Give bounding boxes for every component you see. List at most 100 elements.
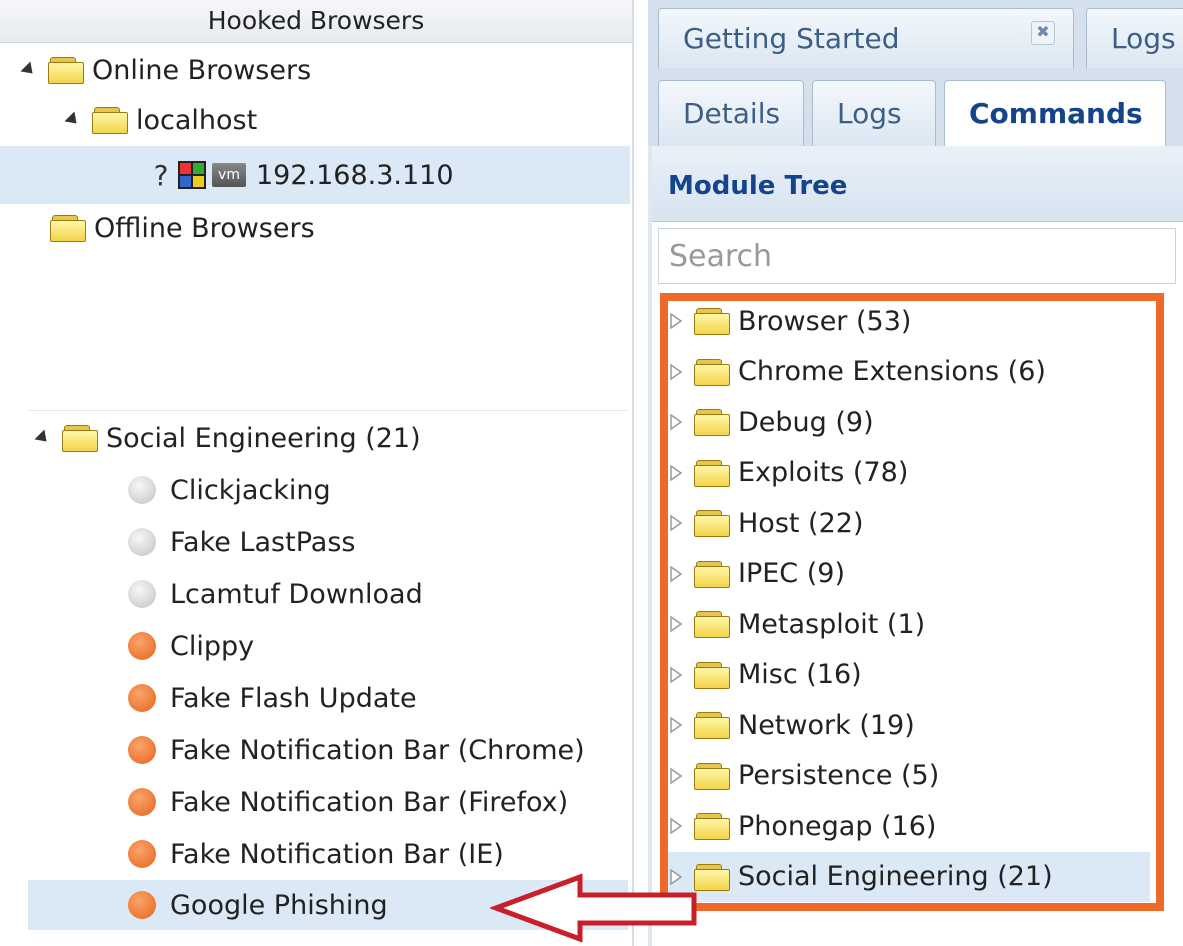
module-item[interactable]: Clippy [128, 622, 254, 670]
close-tab-icon[interactable]: ✖ [1031, 21, 1055, 45]
module-label: Clickjacking [170, 474, 331, 506]
top-tab-strip: Getting Started ✖ Logs [648, 0, 1183, 73]
tree-node-online-browsers[interactable]: Online Browsers [20, 46, 312, 94]
module-category-item[interactable]: Phonegap (16) [660, 801, 1150, 851]
expand-triangle-icon[interactable] [670, 666, 682, 683]
module-category-item[interactable]: Exploits (78) [660, 448, 1150, 498]
module-category-label: Misc (16) [738, 659, 862, 690]
folder-icon [694, 459, 730, 487]
module-label: Fake Flash Update [170, 682, 417, 714]
module-category-label: Phonegap (16) [738, 810, 937, 842]
folder-icon [694, 762, 730, 790]
expand-triangle-icon[interactable] [670, 414, 682, 430]
module-label: Fake LastPass [170, 526, 356, 558]
module-category-label: Exploits (78) [738, 457, 909, 488]
module-category-label: Host (22) [738, 507, 864, 539]
module-category-item[interactable]: Host (22) [660, 498, 1150, 548]
expand-triangle-icon[interactable] [670, 717, 682, 733]
commands-content: Module Tree Browser (53) Chrome Extension… [652, 146, 1183, 946]
expand-arrow-icon[interactable] [20, 61, 38, 79]
tab-label: Logs [837, 97, 902, 130]
module-category-label: IPEC (9) [738, 558, 845, 589]
module-category-item[interactable]: Network (19) [660, 700, 1150, 750]
module-category-label: Social Engineering (21) [738, 861, 1053, 892]
module-tree: Browser (53) Chrome Extensions (6) Debug (… [656, 292, 1183, 946]
category-social-engineering[interactable]: Social Engineering (21) [34, 414, 421, 462]
module-item[interactable]: Fake Notification Bar (Firefox) [128, 778, 568, 826]
tree-node-label: Online Browsers [92, 54, 312, 86]
expand-triangle-icon[interactable] [670, 464, 682, 481]
module-item[interactable]: Clickjacking [128, 466, 331, 514]
module-category-label: Browser (53) [738, 305, 912, 337]
module-item-selected[interactable]: Google Phishing [28, 880, 628, 930]
folder-icon [694, 358, 730, 386]
module-item[interactable]: Lcamtuf Download [128, 570, 423, 618]
browser-ip-label: 192.168.3.110 [256, 159, 454, 191]
module-category-item[interactable]: Metasploit (1) [660, 599, 1150, 649]
search-input[interactable] [658, 228, 1176, 284]
status-orange-icon [128, 840, 156, 868]
hooked-browsers-panel: Hooked Browsers Online Browsers localhos… [0, 0, 634, 946]
module-category-label: Persistence (5) [738, 760, 940, 791]
divider [28, 410, 628, 411]
module-item[interactable]: Fake Notification Bar (Chrome) [128, 726, 585, 774]
expand-triangle-icon[interactable] [670, 818, 682, 834]
folder-icon [694, 409, 730, 436]
status-orange-icon [128, 788, 156, 816]
folder-open-icon [62, 425, 98, 452]
status-orange-icon [128, 684, 156, 712]
tree-node-offline-browsers[interactable]: Offline Browsers [50, 204, 315, 252]
tab-getting-started[interactable]: Getting Started ✖ [658, 8, 1074, 68]
folder-open-icon [48, 57, 84, 84]
tree-node-localhost[interactable]: localhost [64, 96, 258, 144]
module-item[interactable]: Fake Notification Bar (IE) [128, 830, 504, 878]
tab-commands[interactable]: Commands [944, 80, 1166, 146]
folder-icon [50, 215, 86, 242]
status-orange-icon [128, 632, 156, 660]
module-label: Lcamtuf Download [170, 578, 423, 610]
module-category-item[interactable]: IPEC (9) [660, 549, 1150, 599]
status-grey-icon [128, 528, 156, 556]
status-orange-icon [128, 891, 156, 919]
module-label: Fake Notification Bar (IE) [170, 838, 504, 870]
folder-icon [694, 308, 730, 335]
status-grey-icon [128, 476, 156, 504]
module-category-label: Chrome Extensions (6) [738, 356, 1046, 387]
module-category-label: Network (19) [738, 709, 915, 741]
expand-arrow-icon[interactable] [64, 111, 82, 129]
module-category-item[interactable]: Social Engineering (21) [660, 851, 1150, 902]
expand-triangle-icon[interactable] [670, 363, 682, 380]
windows-os-icon [178, 161, 206, 189]
module-category-item[interactable]: Misc (16) [660, 650, 1150, 700]
module-item[interactable]: Fake LastPass [128, 518, 355, 566]
module-label: Google Phishing [170, 889, 388, 921]
tab-label: Commands [969, 97, 1143, 130]
tab-logs-main[interactable]: Logs [1086, 8, 1183, 68]
hooked-browser-row[interactable]: ? vm 192.168.3.110 [0, 146, 630, 204]
tree-node-label: Offline Browsers [94, 212, 315, 244]
expand-triangle-icon[interactable] [670, 616, 682, 632]
expand-triangle-icon[interactable] [670, 515, 682, 531]
expand-triangle-icon[interactable] [670, 868, 682, 885]
unknown-browser-icon: ? [153, 158, 169, 192]
expand-arrow-icon[interactable] [34, 429, 52, 447]
expand-triangle-icon[interactable] [670, 313, 682, 329]
tab-label: Details [683, 97, 781, 130]
folder-icon [694, 611, 730, 638]
module-category-item[interactable]: Debug (9) [660, 397, 1150, 447]
folder-icon [694, 661, 730, 689]
module-category-item[interactable]: Browser (53) [660, 296, 1150, 346]
tab-logs[interactable]: Logs [812, 80, 936, 146]
tree-node-label: localhost [136, 104, 258, 136]
module-category-item[interactable]: Chrome Extensions (6) [660, 347, 1150, 397]
expand-triangle-icon[interactable] [670, 565, 682, 582]
sub-tab-strip: Details Logs Commands [648, 72, 1183, 146]
folder-icon [694, 863, 730, 891]
expand-triangle-icon[interactable] [670, 767, 682, 784]
module-label: Fake Notification Bar (Chrome) [170, 734, 585, 766]
module-item[interactable]: Fake Flash Update [128, 674, 417, 722]
tab-details[interactable]: Details [658, 80, 804, 146]
module-category-item[interactable]: Persistence (5) [660, 751, 1150, 801]
virtual-machine-icon: vm [212, 163, 246, 187]
status-orange-icon [128, 736, 156, 764]
